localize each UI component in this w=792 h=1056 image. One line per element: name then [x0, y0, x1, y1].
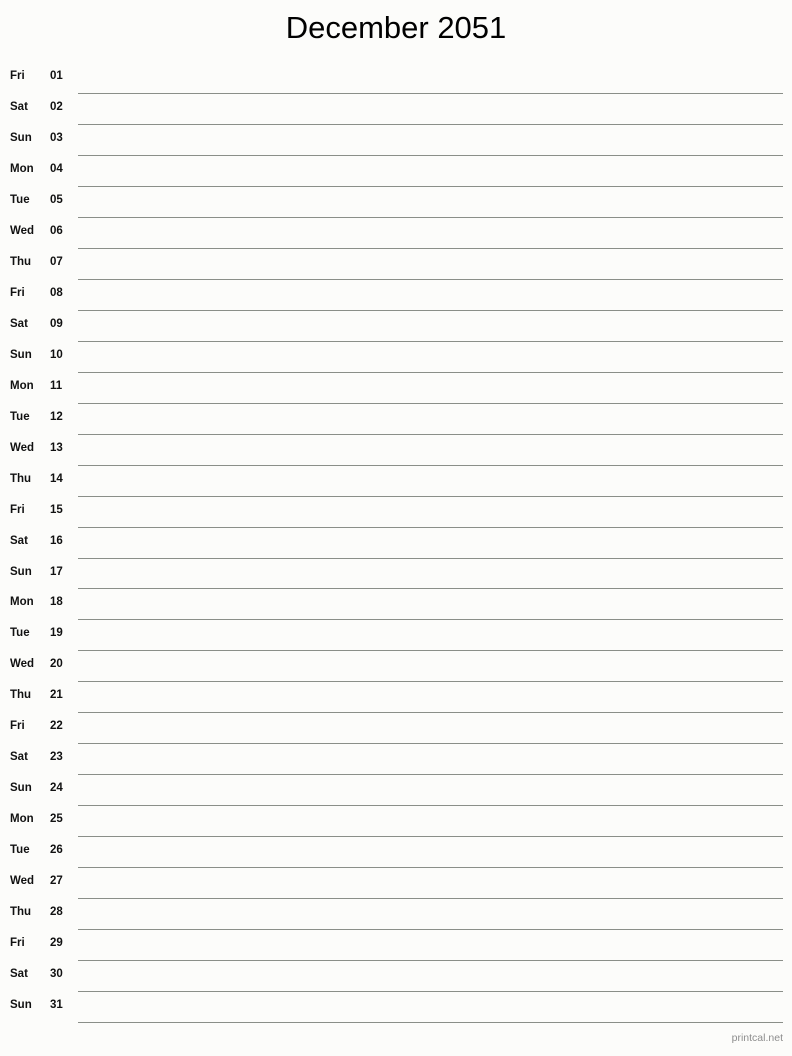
day-number: 16 [50, 534, 63, 547]
weekday-label: Wed [10, 875, 35, 888]
weekday-label: Sat [10, 317, 28, 330]
weekday-label: Sun [10, 565, 32, 578]
day-number: 08 [50, 286, 63, 299]
day-row[interactable]: Fri 01 [0, 63, 792, 94]
day-number: 03 [50, 131, 63, 144]
day-number: 15 [50, 503, 63, 516]
day-row[interactable]: Sun 24 [0, 775, 792, 807]
weekday-label: Fri [10, 70, 25, 82]
day-number: 02 [50, 100, 63, 113]
weekday-label: Thu [10, 255, 32, 268]
day-row[interactable]: Fri 08 [0, 280, 792, 311]
day-row[interactable]: Sun 17 [0, 559, 792, 590]
weekday-label: Fri [10, 937, 25, 950]
calendar-page: December 2051 Fri 01 Sat 02 Sun 03 Mon 04 Tue 05 W… [0, 0, 792, 1056]
day-number: 28 [50, 906, 63, 919]
weekday-label: Tue [10, 627, 30, 640]
day-row[interactable]: Thu 07 [0, 249, 792, 280]
day-number: 26 [50, 844, 63, 857]
day-number: 31 [50, 999, 63, 1012]
day-number: 30 [50, 968, 63, 981]
day-number: 20 [50, 658, 63, 671]
day-number: 29 [50, 937, 63, 950]
day-number: 18 [50, 596, 63, 609]
day-number: 23 [50, 751, 63, 764]
day-row-list: Fri 01 Sat 02 Sun 03 Mon 04 Tue 05 Wed 06 Thu 07 Fri 08… [0, 63, 792, 1024]
day-number: 21 [50, 689, 63, 702]
day-number: 06 [50, 224, 63, 237]
note-writing-line[interactable] [78, 1022, 783, 1024]
day-row[interactable]: Tue 12 [0, 404, 792, 435]
day-number: 12 [50, 410, 63, 423]
day-row[interactable]: Thu 21 [0, 682, 792, 714]
day-row[interactable]: Sun 31 [0, 992, 792, 1024]
day-number: 22 [50, 720, 63, 733]
weekday-label: Tue [10, 410, 30, 423]
weekday-label: Fri [10, 720, 25, 733]
day-number: 09 [50, 317, 63, 330]
weekday-label: Sat [10, 751, 28, 764]
day-row[interactable]: Sun 03 [0, 125, 792, 156]
day-row[interactable]: Sat 16 [0, 528, 792, 559]
day-row[interactable]: Wed 13 [0, 435, 792, 466]
weekday-label: Fri [10, 503, 25, 516]
day-number: 13 [50, 441, 63, 454]
weekday-label: Wed [10, 224, 35, 237]
day-number: 27 [50, 875, 63, 888]
day-number: 07 [50, 255, 63, 268]
weekday-label: Sun [10, 131, 32, 144]
day-row[interactable]: Mon 04 [0, 156, 792, 187]
day-number: 11 [50, 379, 63, 392]
day-row[interactable]: Sat 09 [0, 311, 792, 342]
weekday-label: Thu [10, 689, 32, 702]
day-row[interactable]: Mon 11 [0, 373, 792, 404]
weekday-label: Tue [10, 193, 30, 206]
day-number: 05 [50, 193, 63, 206]
day-row[interactable]: Wed 20 [0, 651, 792, 683]
day-row[interactable]: Fri 15 [0, 497, 792, 528]
weekday-label: Mon [10, 379, 34, 392]
weekday-label: Mon [10, 162, 34, 175]
day-row[interactable]: Sat 23 [0, 744, 792, 776]
weekday-label: Sat [10, 534, 28, 547]
day-row[interactable]: Thu 14 [0, 466, 792, 497]
weekday-label: Mon [10, 813, 34, 826]
day-row[interactable]: Fri 29 [0, 930, 792, 962]
weekday-label: Wed [10, 441, 35, 454]
day-number: 25 [50, 813, 63, 826]
day-row[interactable]: Mon 25 [0, 806, 792, 838]
day-number: 17 [50, 565, 63, 578]
day-row[interactable]: Wed 06 [0, 218, 792, 249]
day-row[interactable]: Tue 26 [0, 837, 792, 869]
day-number: 19 [50, 627, 63, 640]
day-row[interactable]: Wed 27 [0, 868, 792, 900]
day-number: 14 [50, 472, 63, 485]
day-row[interactable]: Sun 10 [0, 342, 792, 373]
page-title: December 2051 [285, 10, 507, 45]
day-row[interactable]: Sat 30 [0, 961, 792, 993]
weekday-label: Wed [10, 658, 35, 671]
weekday-label: Sat [10, 968, 28, 981]
day-row[interactable]: Mon 18 [0, 589, 792, 621]
day-row[interactable]: Thu 28 [0, 899, 792, 931]
day-row[interactable]: Fri 22 [0, 713, 792, 745]
weekday-label: Thu [10, 472, 32, 485]
day-row[interactable]: Tue 19 [0, 620, 792, 652]
day-number: 04 [50, 162, 63, 175]
weekday-label: Sun [10, 348, 32, 361]
day-row[interactable]: Sat 02 [0, 94, 792, 125]
day-number: 10 [50, 348, 63, 361]
day-row[interactable]: Tue 05 [0, 187, 792, 218]
weekday-label: Sun [10, 999, 32, 1012]
day-number: 24 [50, 782, 63, 795]
footer-credit: printcal.net [731, 1032, 783, 1044]
day-number: 01 [50, 70, 63, 82]
weekday-label: Thu [10, 906, 32, 919]
weekday-label: Mon [10, 596, 34, 609]
weekday-label: Tue [10, 844, 30, 857]
weekday-label: Fri [10, 286, 25, 299]
weekday-label: Sat [10, 100, 28, 113]
weekday-label: Sun [10, 782, 32, 795]
